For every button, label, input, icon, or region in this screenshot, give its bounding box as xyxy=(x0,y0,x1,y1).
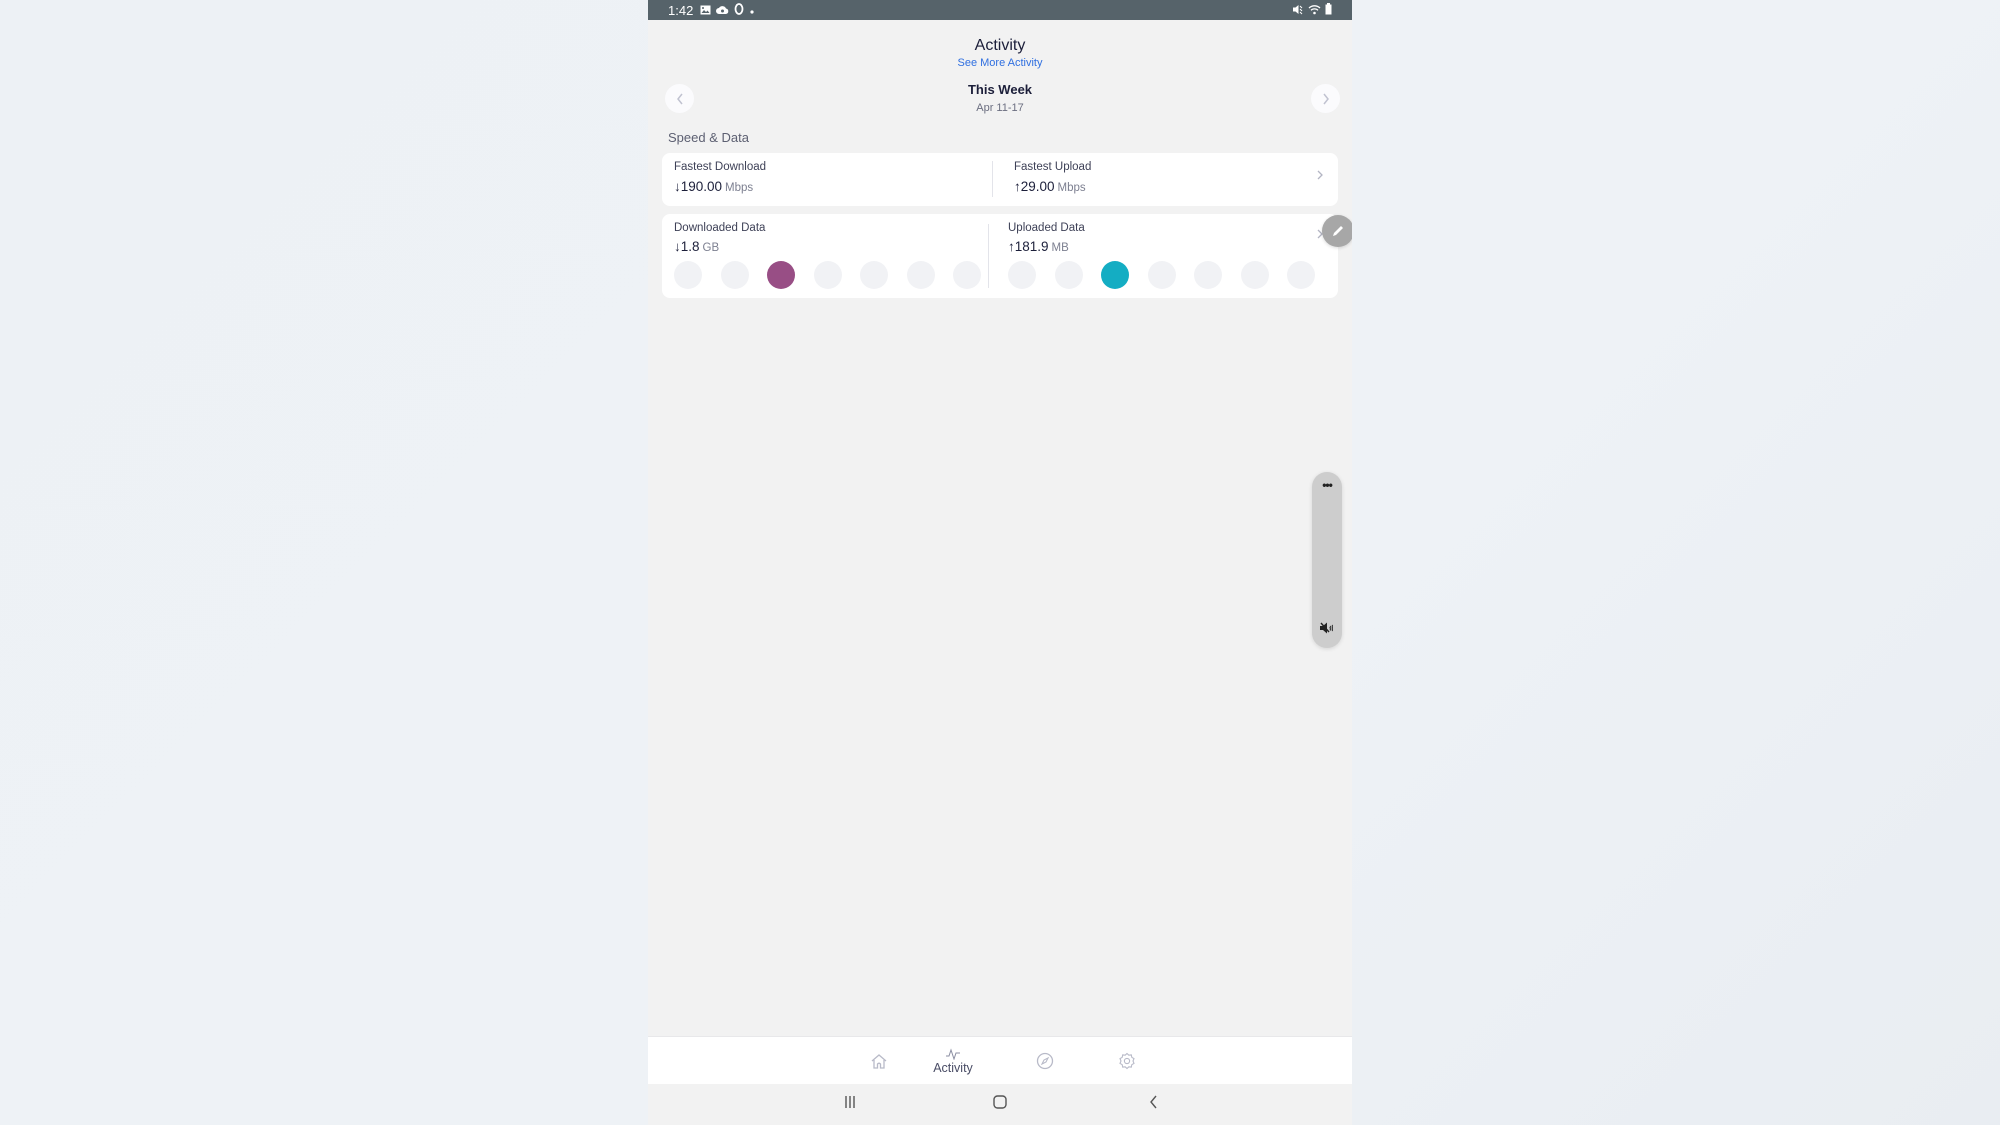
period-range: Apr 11-17 xyxy=(976,102,1024,114)
status-bar: 1:42 xyxy=(648,0,1352,20)
uploaded-amount: 181.9 xyxy=(1014,239,1049,254)
back-icon[interactable] xyxy=(1148,1094,1160,1115)
upload-day-dot[interactable] xyxy=(1240,261,1269,289)
dot-icon xyxy=(749,3,755,18)
download-arrow: ↓ xyxy=(674,239,681,254)
uploaded-data-value: ↑181.9 MB xyxy=(1008,239,1069,254)
download-day-dot[interactable] xyxy=(953,261,981,289)
download-day-dot[interactable] xyxy=(860,261,888,289)
download-day-dot[interactable] xyxy=(906,261,935,289)
system-navigation-bar xyxy=(648,1084,1352,1125)
uploaded-data-label: Uploaded Data xyxy=(1008,222,1085,234)
download-speed-unit: Mbps xyxy=(725,182,754,194)
download-day-dot[interactable] xyxy=(813,261,842,289)
recents-icon[interactable] xyxy=(843,1094,857,1115)
download-arrow: ↓ xyxy=(674,179,681,194)
floating-side-panel[interactable]: ••• xyxy=(1312,472,1342,648)
upload-arrow: ↑ xyxy=(1014,179,1021,194)
tab-explore[interactable] xyxy=(1030,1037,1060,1085)
upload-day-dot[interactable] xyxy=(1008,261,1036,289)
card-divider xyxy=(988,224,989,288)
data-card[interactable]: Downloaded Data ↓1.8 GB Uploaded Data ↑18… xyxy=(662,214,1338,298)
speed-card[interactable]: Fastest Download ↓190.00 Mbps Fastest Upl… xyxy=(662,153,1338,206)
downloaded-data-label: Downloaded Data xyxy=(674,222,766,234)
upload-day-dot[interactable] xyxy=(1101,261,1129,289)
fastest-download-label: Fastest Download xyxy=(674,161,767,173)
fastest-upload-value: ↑29.00 Mbps xyxy=(1014,179,1086,194)
fastest-upload-label: Fastest Upload xyxy=(1014,161,1092,173)
chevron-right-icon xyxy=(1322,93,1329,104)
section-label: Speed & Data xyxy=(668,130,749,145)
download-day-dots xyxy=(674,261,981,289)
activity-pulse-icon xyxy=(946,1047,960,1060)
tab-home[interactable] xyxy=(864,1037,894,1085)
downloaded-amount: 1.8 xyxy=(680,239,700,254)
fastest-download-value: ↓190.00 Mbps xyxy=(674,179,753,194)
battery-icon xyxy=(1325,2,1332,18)
mute-icon[interactable] xyxy=(1319,621,1335,640)
download-day-dot[interactable] xyxy=(767,261,795,289)
wifi-icon xyxy=(1308,3,1321,18)
cloud-icon xyxy=(716,3,729,18)
gear-icon xyxy=(1119,1052,1135,1070)
status-time: 1:42 xyxy=(668,3,694,18)
download-speed: 190.00 xyxy=(680,179,723,194)
downloaded-unit: GB xyxy=(702,242,720,254)
downloaded-data-value: ↓1.8 GB xyxy=(674,239,719,254)
upload-speed: 29.00 xyxy=(1020,179,1055,194)
tab-activity[interactable]: Activity xyxy=(928,1037,978,1085)
upload-speed-unit: Mbps xyxy=(1057,182,1086,194)
compass-icon xyxy=(1036,1052,1054,1070)
more-options-button[interactable]: ••• xyxy=(1312,478,1342,492)
home-icon xyxy=(871,1053,887,1069)
home-button-icon[interactable] xyxy=(992,1094,1008,1115)
gallery-icon xyxy=(700,3,711,18)
pencil-icon xyxy=(1333,226,1343,236)
uploaded-unit: MB xyxy=(1051,242,1069,254)
upload-day-dots xyxy=(1008,261,1315,289)
tab-settings[interactable] xyxy=(1112,1037,1142,1085)
page-title: Activity xyxy=(974,37,1026,54)
download-day-dot[interactable] xyxy=(720,261,749,289)
upload-day-dot[interactable] xyxy=(1194,261,1222,289)
mute-icon xyxy=(1293,3,1304,18)
sync-ring-icon xyxy=(734,2,744,18)
upload-day-dot[interactable] xyxy=(1147,261,1176,289)
card-divider xyxy=(992,161,993,197)
edit-floating-button[interactable] xyxy=(1322,215,1352,247)
tab-activity-label: Activity xyxy=(933,1060,973,1075)
phone-screen: 1:42 Activity See More Activity This Wee… xyxy=(648,0,1352,1125)
bottom-navigation: Activity xyxy=(648,1036,1352,1085)
upload-day-dot[interactable] xyxy=(1287,261,1315,289)
period-title: This Week xyxy=(967,82,1033,97)
see-more-activity-link[interactable]: See More Activity xyxy=(648,57,1352,69)
download-day-dot[interactable] xyxy=(674,261,702,289)
speed-card-chevron-icon[interactable] xyxy=(1316,168,1324,186)
next-week-button[interactable] xyxy=(1311,84,1340,113)
upload-day-dot[interactable] xyxy=(1054,261,1083,289)
upload-arrow: ↑ xyxy=(1008,239,1015,254)
